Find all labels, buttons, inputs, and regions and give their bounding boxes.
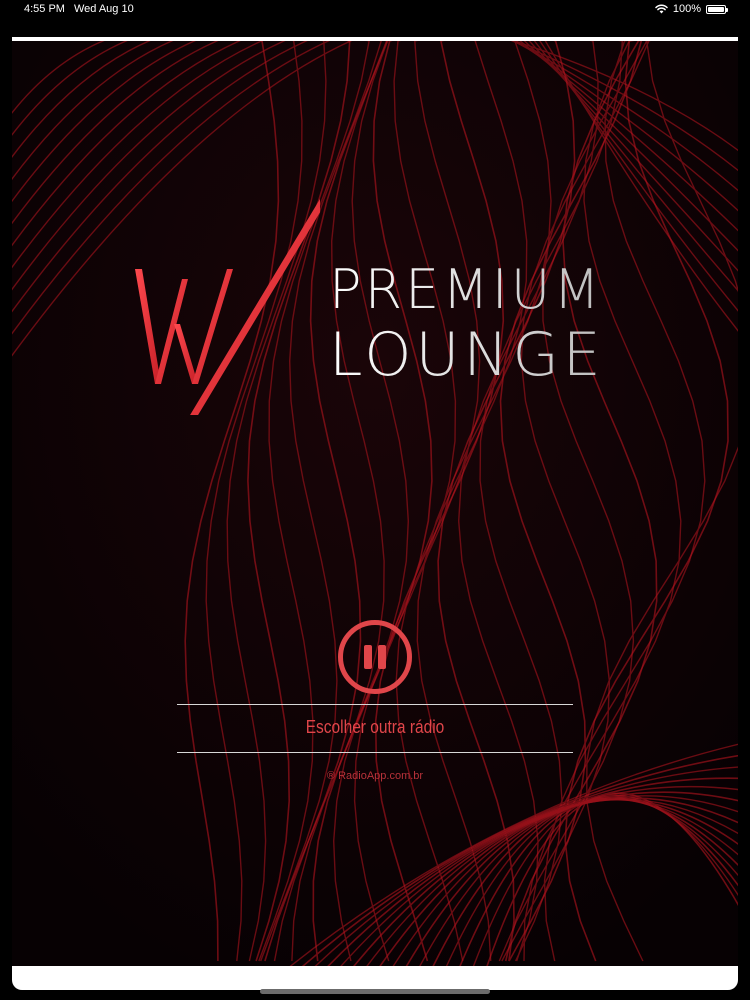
home-indicator[interactable]	[260, 989, 490, 994]
pause-icon	[364, 645, 386, 669]
status-time: 4:55 PM	[24, 3, 65, 15]
footer-credit-link[interactable]: ® RadioApp.com.br	[177, 770, 573, 782]
logo-wordmark: PREMIUM LOUNGE	[329, 263, 605, 385]
player-content: PREMIUM LOUNGE Escolher outra rádio ® Ra…	[12, 37, 738, 966]
status-date: Wed Aug 10	[73, 3, 134, 15]
bottom-bar	[12, 966, 738, 990]
status-bar: 4:55 PM Wed Aug 10 100%	[0, 0, 750, 20]
pause-bar-right	[378, 645, 386, 669]
divider-bottom	[177, 752, 573, 753]
app-screen: 4:55 PM Wed Aug 10 100% PREMIUM LOUNGE E…	[0, 0, 750, 1000]
battery-percent: 100%	[672, 3, 701, 15]
logo-mark	[135, 199, 320, 415]
battery-icon	[706, 4, 728, 14]
choose-other-radio-button[interactable]: Escolher outra rádio	[205, 717, 546, 738]
wifi-icon	[655, 4, 668, 14]
battery-fill	[708, 6, 724, 12]
logo-line-premium: PREMIUM	[329, 258, 603, 321]
pause-bar-left	[364, 645, 372, 669]
pause-button[interactable]	[338, 620, 412, 694]
divider-top	[177, 704, 573, 705]
logo-line-lounge: LOUNGE	[329, 320, 605, 390]
